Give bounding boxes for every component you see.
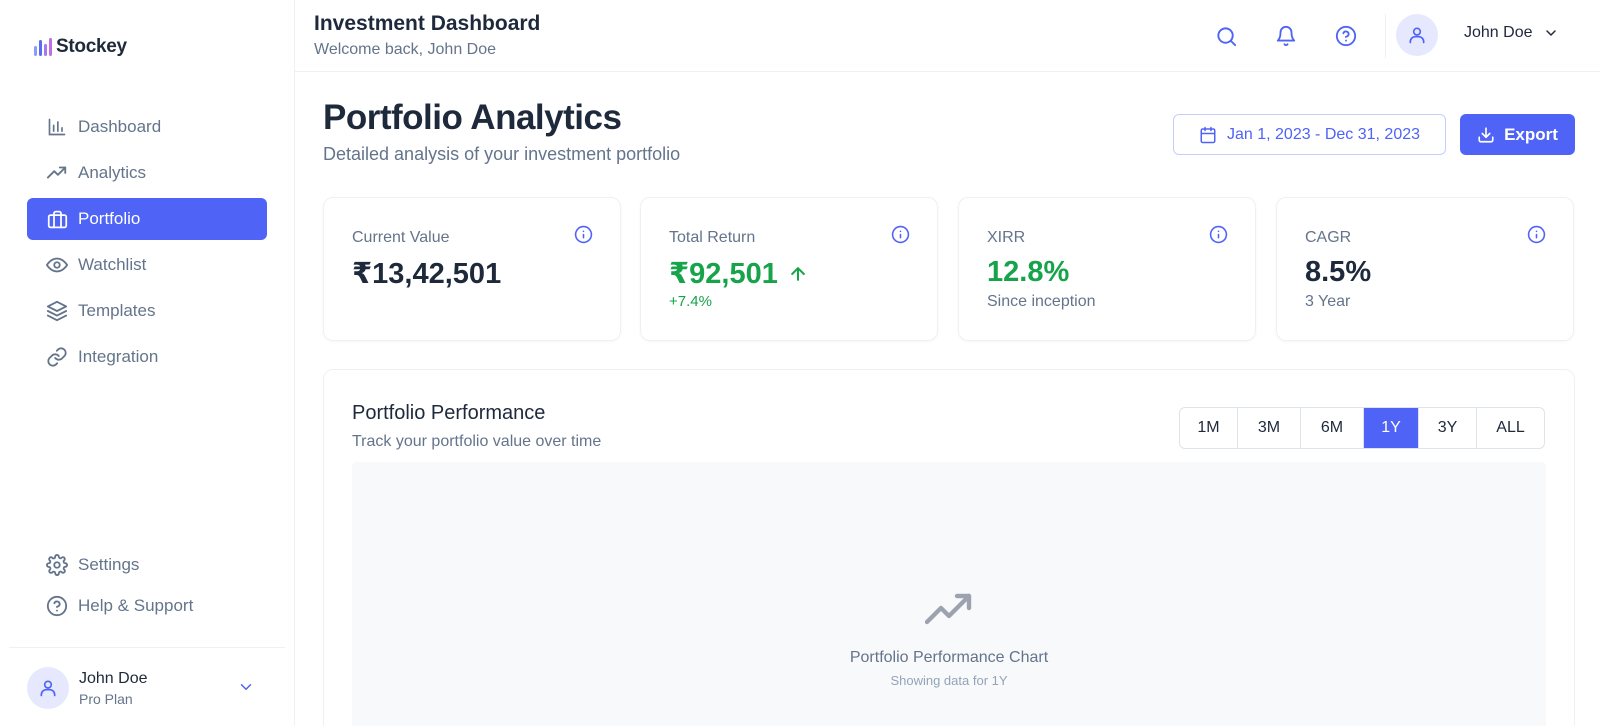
range-6m-button[interactable]: 6M (1301, 408, 1364, 448)
page-header-subtitle: Welcome back, John Doe (314, 41, 497, 58)
sidebar-bottom-nav: Settings Help & Support (27, 546, 267, 628)
sidebar-item-label: Watchlist (78, 255, 147, 274)
sidebar-item-settings[interactable]: Settings (27, 546, 267, 584)
sidebar-item-templates[interactable]: Templates (27, 290, 267, 332)
info-icon[interactable] (891, 225, 910, 249)
range-1m-button[interactable]: 1M (1180, 408, 1238, 448)
sidebar-item-label: Templates (78, 301, 156, 320)
sidebar-nav: Dashboard Analytics Portfolio Watchlist … (27, 106, 267, 382)
panel-subtitle: Track your portfolio value over time (352, 433, 602, 450)
bar-chart-icon (46, 116, 68, 138)
info-icon[interactable] (574, 225, 593, 249)
page-title: Portfolio Analytics (323, 98, 622, 137)
brand-logo[interactable]: Stockey (34, 36, 127, 58)
trending-up-icon (46, 162, 68, 184)
eye-icon (46, 254, 68, 276)
portfolio-performance-panel: Portfolio Performance Track your portfol… (323, 369, 1575, 726)
page-header-title: Investment Dashboard (314, 12, 541, 35)
user-name: John Doe (79, 669, 148, 687)
stat-label: CAGR (1305, 229, 1352, 246)
stat-caption: Since inception (987, 293, 1096, 310)
layers-icon (46, 300, 68, 322)
user-menu[interactable]: John Doe (1464, 24, 1559, 42)
bell-icon[interactable] (1272, 22, 1300, 50)
sidebar-item-label: Help & Support (78, 596, 194, 615)
user-meta: John Doe Pro Plan (79, 670, 148, 707)
user-plan: Pro Plan (79, 690, 133, 707)
search-icon[interactable] (1212, 22, 1240, 50)
sidebar-item-label: Dashboard (78, 117, 162, 136)
range-1y-button[interactable]: 1Y (1364, 408, 1419, 448)
help-circle-icon (46, 595, 68, 617)
avatar[interactable] (1396, 14, 1438, 56)
stat-card-current-value: Current Value ₹13,42,501 (323, 197, 621, 341)
stat-value: 8.5% (1305, 256, 1372, 288)
chart-placeholder-note: Showing data for 1Y (890, 673, 1008, 688)
avatar (27, 667, 69, 709)
chart-placeholder: Portfolio Performance Chart Showing data… (352, 462, 1546, 726)
panel-title: Portfolio Performance (352, 402, 546, 424)
sidebar-item-analytics[interactable]: Analytics (27, 152, 267, 194)
brand-name: Stockey (56, 36, 127, 57)
user-icon (1409, 27, 1425, 44)
link-icon (46, 346, 68, 368)
stat-value: ₹92,501 (669, 258, 778, 290)
stat-card-cagr: CAGR 8.5% 3 Year (1276, 197, 1574, 341)
sidebar-item-watchlist[interactable]: Watchlist (27, 244, 267, 286)
user-menu-name: John Doe (1464, 24, 1533, 41)
range-3y-button[interactable]: 3Y (1419, 408, 1477, 448)
stat-value: ₹13,42,501 (352, 258, 502, 290)
stat-card-total-return: Total Return ₹92,501 +7.4% (640, 197, 938, 341)
sidebar-item-label: Portfolio (78, 209, 141, 228)
user-icon (40, 680, 56, 697)
trending-up-icon (924, 592, 977, 633)
gear-icon (46, 554, 68, 576)
logo-icon (34, 38, 52, 56)
sidebar-item-portfolio[interactable]: Portfolio (27, 198, 267, 240)
stat-caption: 3 Year (1305, 293, 1351, 310)
sidebar-divider (9, 647, 285, 648)
stat-value-row: ₹92,501 (669, 256, 808, 291)
export-button[interactable]: Export (1460, 114, 1575, 155)
chevron-down-icon[interactable] (237, 678, 255, 701)
stat-value: 12.8% (987, 256, 1070, 288)
topbar-divider (1385, 14, 1386, 58)
sidebar-item-label: Settings (78, 555, 140, 574)
top-bar: Investment Dashboard Welcome back, John … (295, 0, 1600, 72)
stat-label: Current Value (352, 229, 450, 246)
briefcase-icon (46, 208, 68, 230)
export-label: Export (1504, 124, 1558, 144)
sidebar: Stockey Dashboard Analytics Portfolio Wa… (0, 0, 295, 726)
sidebar-item-label: Integration (78, 347, 159, 366)
stat-label: Total Return (669, 229, 756, 246)
sidebar-item-help[interactable]: Help & Support (27, 587, 267, 625)
info-icon[interactable] (1527, 225, 1546, 249)
help-circle-icon[interactable] (1332, 22, 1360, 50)
stat-change: +7.4% (669, 293, 712, 310)
date-range-label: Jan 1, 2023 - Dec 31, 2023 (1226, 125, 1421, 143)
info-icon[interactable] (1209, 225, 1228, 249)
stat-card-xirr: XIRR 12.8% Since inception (958, 197, 1256, 341)
stat-label: XIRR (987, 229, 1026, 246)
page-subtitle: Detailed analysis of your investment por… (323, 144, 681, 164)
date-range-picker[interactable]: Jan 1, 2023 - Dec 31, 2023 (1173, 114, 1446, 155)
time-range-selector: 1M 3M 6M 1Y 3Y ALL (1179, 407, 1545, 449)
sidebar-item-dashboard[interactable]: Dashboard (27, 106, 267, 148)
download-icon (1478, 126, 1494, 143)
chevron-down-icon (1545, 30, 1556, 36)
chart-placeholder-title: Portfolio Performance Chart (849, 649, 1049, 666)
sidebar-item-integration[interactable]: Integration (27, 336, 267, 378)
range-all-button[interactable]: ALL (1477, 408, 1544, 448)
arrow-up-icon (791, 266, 805, 281)
sidebar-user-card[interactable]: John Doe Pro Plan (27, 666, 267, 710)
calendar-icon (1200, 126, 1216, 143)
sidebar-item-label: Analytics (78, 163, 147, 182)
range-3m-button[interactable]: 3M (1238, 408, 1301, 448)
